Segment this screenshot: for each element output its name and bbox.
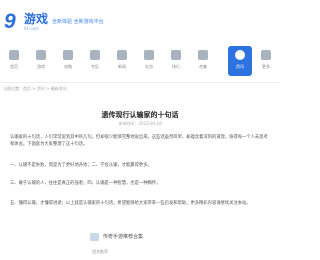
article-paragraph: 三、敢于认输的人，往往是真正的强者；四、认输是一种智慧，也是一种胸怀。 — [10, 181, 161, 186]
home-icon — [9, 50, 19, 60]
related-link[interactable]: 传奇手游推荐合集 — [90, 230, 186, 244]
nav-label: 首页 — [10, 64, 18, 69]
related-label: 相关推荐 — [92, 249, 108, 254]
nav-item-home[interactable]: 首页 — [2, 46, 26, 76]
nav-item-news[interactable]: 新闻 — [110, 46, 134, 76]
logo-text: 游戏 — [24, 12, 49, 26]
article-paragraph: 认输家的十句话，人们常常说到其中的几句，但却很少能够完整地说出来。这些话虽然简单… — [10, 135, 268, 147]
site-slogan: 全新体验 全新游戏平台 — [52, 19, 104, 25]
rank-icon — [171, 50, 181, 60]
nav-item-guides[interactable]: 攻略 — [56, 46, 80, 76]
logo-number: 9 — [4, 10, 16, 33]
site-header: 9 游戏 91.com 全新体验 全新游戏平台 — [0, 0, 280, 44]
site-logo[interactable]: 9 游戏 91.com — [4, 10, 48, 36]
breadcrumb[interactable]: 当前位置：首页 > 资讯 > 最新资讯 — [3, 86, 67, 92]
main-nav: 首页 游戏 攻略 专区 新闻 礼包 排行 合集 资讯 更多 — [0, 46, 280, 80]
nav-item-more[interactable]: 更多 — [254, 46, 278, 76]
logo-subtext: 91.com — [24, 26, 39, 31]
article-meta: 发布时间：2023-04-18 — [118, 121, 162, 126]
nav-item-collection[interactable]: 合集 — [191, 46, 215, 76]
more-icon — [261, 50, 271, 60]
game-icon — [36, 50, 46, 60]
nav-item-gifts[interactable]: 礼包 — [137, 46, 161, 76]
article-paragraph: 一、认输不是失败，而是为了更好地开始；二、学会认输，才能赢得更多。 — [10, 163, 152, 168]
nav-item-info[interactable]: 资讯 — [228, 46, 252, 76]
nav-label: 礼包 — [145, 64, 153, 69]
nav-divider — [0, 82, 280, 83]
news-icon — [117, 50, 127, 60]
nav-label: 新闻 — [118, 64, 126, 69]
info-icon — [235, 50, 245, 60]
nav-item-rank[interactable]: 排行 — [164, 46, 188, 76]
nav-label: 更多 — [262, 64, 270, 69]
related-link-text: 传奇手游推荐合集 — [103, 234, 144, 240]
related-thumbnail-icon — [90, 233, 99, 241]
nav-item-games[interactable]: 游戏 — [29, 46, 53, 76]
collection-icon — [198, 50, 208, 60]
guide-icon — [63, 50, 73, 60]
nav-label: 游戏 — [37, 64, 45, 69]
nav-label: 资讯 — [236, 64, 244, 69]
nav-label: 合集 — [199, 64, 207, 69]
article-title: 遗传现行认输家的十句话 — [101, 111, 179, 119]
gift-icon — [144, 50, 154, 60]
nav-label: 专区 — [91, 64, 99, 69]
nav-label: 攻略 — [64, 64, 72, 69]
zone-icon — [90, 50, 100, 60]
nav-item-zones[interactable]: 专区 — [83, 46, 107, 76]
article-paragraph: 五、懂得认输，才懂得进退；以上就是认输家的十句话，希望能够给大家带来一些启发和帮… — [10, 201, 251, 206]
nav-label: 排行 — [172, 64, 180, 69]
